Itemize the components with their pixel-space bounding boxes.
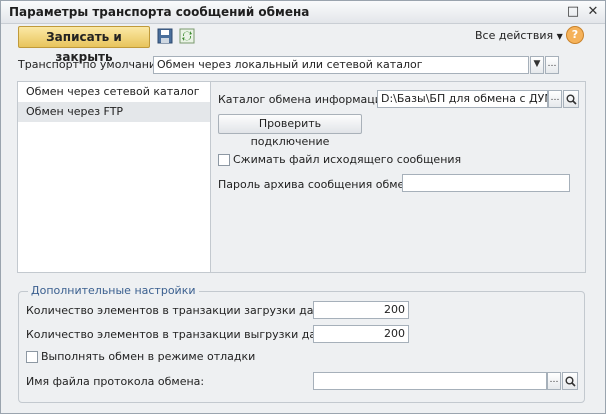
additional-settings-title: Дополнительные настройки (28, 284, 199, 297)
log-file-label: Имя файла протокола обмена: (26, 375, 205, 388)
log-file-open-button[interactable] (562, 372, 578, 390)
window-title: Параметры транспорта сообщений обмена (9, 5, 310, 19)
directory-label: Каталог обмена информацией: (218, 93, 400, 106)
compress-checkbox[interactable] (218, 154, 230, 166)
ellipsis-icon: … (549, 375, 559, 385)
chevron-down-icon: ▼ (556, 32, 563, 41)
directory-open-button[interactable] (563, 90, 579, 108)
save-icon[interactable] (157, 28, 173, 44)
directory-select-button[interactable]: … (548, 90, 562, 108)
toolbar: Записать и закрыть Все действия ▼ ? (1, 24, 605, 64)
debug-checkbox[interactable] (26, 351, 38, 363)
transport-list: Обмен через сетевой каталог Обмен через … (17, 81, 211, 273)
directory-input[interactable]: D:\Базы\БП для обмена с ДУМ (377, 90, 548, 108)
select-button[interactable]: … (545, 56, 559, 74)
check-connection-button[interactable]: Проверить подключение (218, 114, 362, 148)
default-transport-label: Транспорт по умолчанию: (18, 58, 170, 71)
ellipsis-icon: … (550, 93, 560, 103)
dropdown-button[interactable]: ▼ (530, 56, 544, 74)
maximize-button[interactable]: □ (565, 4, 581, 20)
save-and-close-button[interactable]: Записать и закрыть (18, 26, 150, 64)
triangle-down-icon: ▼ (533, 59, 541, 69)
magnifier-icon (565, 376, 576, 387)
default-transport-input[interactable]: Обмен через локальный или сетевой катало… (153, 56, 529, 74)
transport-item-network[interactable]: Обмен через сетевой каталог (18, 82, 210, 102)
unload-count-input[interactable]: 200 (313, 325, 409, 343)
all-actions-menu[interactable]: Все действия ▼ (475, 29, 563, 42)
refresh-icon[interactable] (179, 28, 195, 44)
dialog-window: Параметры транспорта сообщений обмена □ … (0, 0, 606, 414)
title-bar: Параметры транспорта сообщений обмена □ … (1, 1, 605, 24)
magnifier-icon (566, 94, 577, 105)
debug-label: Выполнять обмен в режиме отладки (41, 350, 256, 363)
archive-password-label: Пароль архива сообщения обмена: (218, 178, 422, 191)
archive-password-input[interactable] (402, 174, 570, 192)
unload-count-label: Количество элементов в транзакции выгруз… (26, 328, 350, 341)
load-count-label: Количество элементов в транзакции загруз… (26, 304, 347, 317)
ellipsis-icon: … (547, 59, 557, 69)
load-count-input[interactable]: 200 (313, 301, 409, 319)
log-file-select-button[interactable]: … (547, 372, 561, 390)
transport-item-ftp[interactable]: Обмен через FTP (18, 102, 210, 122)
help-icon[interactable]: ? (566, 26, 584, 44)
compress-label: Сжимать файл исходящего сообщения (233, 153, 462, 166)
close-button[interactable]: ✕ (585, 4, 601, 20)
log-file-input[interactable] (313, 372, 547, 390)
all-actions-label: Все действия (475, 29, 554, 42)
